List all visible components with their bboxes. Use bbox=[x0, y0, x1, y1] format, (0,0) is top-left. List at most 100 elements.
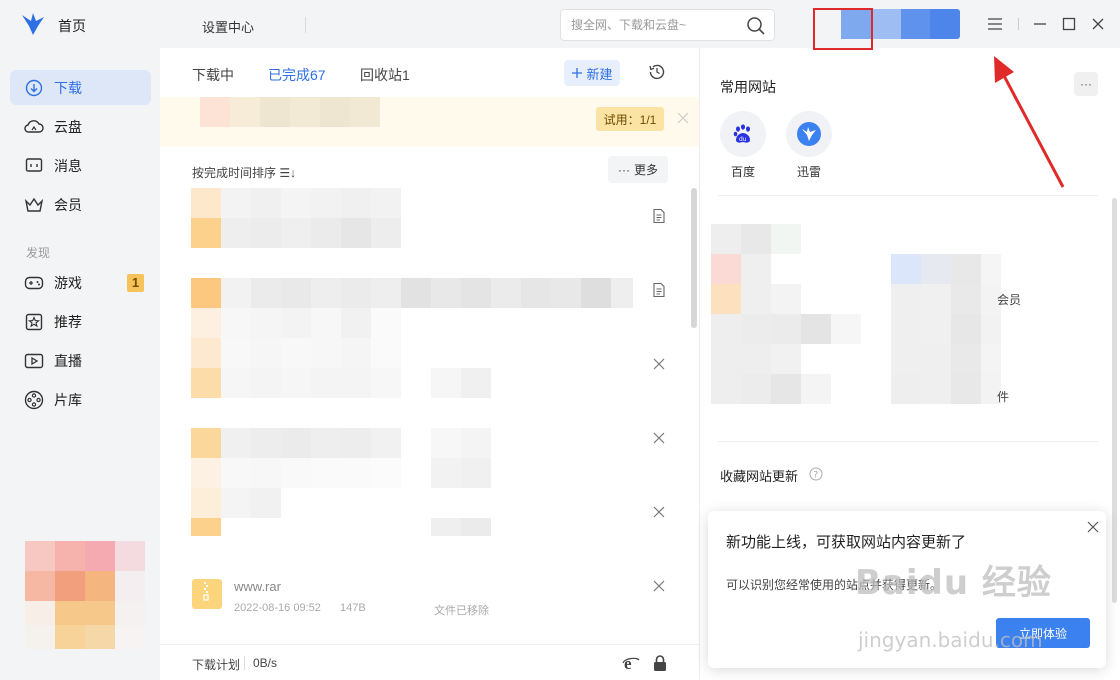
promo-banner-image[interactable] bbox=[25, 541, 145, 649]
divider bbox=[305, 17, 306, 33]
message-icon bbox=[24, 156, 44, 176]
star-icon bbox=[24, 312, 44, 332]
list-item[interactable] bbox=[191, 428, 401, 518]
sidebar-item-label: 推荐 bbox=[54, 313, 82, 330]
xunlei-icon[interactable] bbox=[786, 111, 832, 157]
sidebar-item-label: 下载 bbox=[54, 79, 82, 96]
watermark-url: jingyan.baidu.com bbox=[858, 628, 1043, 652]
main-menu-icon[interactable] bbox=[983, 12, 1007, 36]
more-options-button[interactable]: ··· bbox=[1074, 72, 1098, 96]
divider bbox=[718, 195, 1098, 196]
svg-text:e: e bbox=[624, 654, 632, 672]
annotation-arrow bbox=[994, 56, 1065, 188]
sidebar-item-cloud[interactable]: 云盘 bbox=[10, 109, 151, 144]
baidu-icon[interactable]: du bbox=[720, 111, 766, 157]
baidu-jingyan-watermark: Baidu 经验 bbox=[855, 563, 1052, 603]
list-item[interactable] bbox=[191, 308, 401, 398]
blurred-status bbox=[431, 368, 491, 398]
game-rank-badge: 1 bbox=[127, 274, 144, 292]
download-panel: 下载中 已完成67 回收站1 新建 试用：1/1 按完成时间排序 ☰↓ ··· 更… bbox=[160, 48, 700, 680]
new-task-button[interactable]: 新建 bbox=[564, 60, 620, 86]
trial-count-badge[interactable]: 试用：1/1 bbox=[596, 107, 664, 131]
delete-icon[interactable] bbox=[652, 357, 666, 371]
file-size: 147B bbox=[340, 602, 366, 614]
archive-file-icon bbox=[192, 579, 222, 609]
sort-by-completion-time[interactable]: 按完成时间排序 ☰↓ bbox=[192, 164, 296, 181]
home-link[interactable]: 首页 bbox=[58, 16, 86, 36]
delete-icon[interactable] bbox=[652, 431, 666, 445]
download-footer: 下载计划 0B/s e bbox=[160, 644, 699, 680]
tab-downloading[interactable]: 下载中 bbox=[192, 65, 234, 85]
annotation-highlight-box bbox=[813, 8, 873, 50]
scrollbar[interactable] bbox=[691, 188, 697, 328]
sidebar-item-recommend[interactable]: 推荐 bbox=[10, 304, 151, 339]
close-icon[interactable] bbox=[1086, 520, 1100, 534]
common-sites-title: 常用网站 bbox=[720, 79, 776, 95]
minimize-icon[interactable] bbox=[1028, 12, 1052, 36]
more-label: 更多 bbox=[633, 163, 658, 177]
blurred-promo-text: 件 bbox=[997, 390, 1010, 404]
blurred-promo-text: 会员 bbox=[997, 293, 1022, 307]
sidebar-item-messages[interactable]: 消息 bbox=[10, 148, 151, 183]
cloud-icon bbox=[24, 117, 44, 137]
search-input[interactable] bbox=[571, 18, 731, 32]
crown-icon bbox=[24, 195, 44, 215]
sidebar-item-label: 消息 bbox=[54, 157, 82, 174]
delete-icon[interactable] bbox=[652, 579, 666, 593]
site-label-xunlei: 迅雷 bbox=[797, 165, 822, 179]
ie-browser-icon[interactable]: e bbox=[622, 654, 640, 672]
more-button[interactable]: ··· 更多 bbox=[608, 156, 668, 183]
file-date: 2022-08-16 09:52 bbox=[234, 602, 321, 614]
divider bbox=[244, 656, 245, 670]
search-icon[interactable] bbox=[746, 16, 766, 36]
close-icon[interactable] bbox=[676, 111, 690, 125]
discover-section-label: 发现 bbox=[26, 246, 51, 260]
title-bar: 设置中心 bbox=[160, 0, 1120, 48]
sidebar-item-label: 云盘 bbox=[54, 118, 82, 135]
sidebar-item-live[interactable]: 直播 bbox=[10, 343, 151, 378]
file-name[interactable]: www.rar bbox=[234, 579, 281, 594]
list-item[interactable] bbox=[191, 188, 401, 248]
sidebar-item-vip[interactable]: 会员 bbox=[10, 187, 151, 222]
xunlei-logo-icon[interactable] bbox=[20, 11, 46, 37]
download-icon bbox=[24, 78, 44, 98]
download-plan-label[interactable]: 下载计划 bbox=[192, 656, 240, 673]
gamepad-icon bbox=[24, 273, 44, 293]
live-icon bbox=[24, 351, 44, 371]
site-label-baidu: 百度 bbox=[731, 165, 756, 179]
popup-title: 新功能上线，可获取网站内容更新了 bbox=[726, 534, 967, 551]
blurred-status bbox=[431, 518, 491, 536]
close-icon[interactable] bbox=[1086, 12, 1110, 36]
divider bbox=[718, 441, 1098, 442]
tab-recycle-bin[interactable]: 回收站1 bbox=[360, 65, 410, 85]
list-item[interactable] bbox=[191, 278, 633, 308]
new-task-label: 新建 bbox=[586, 66, 613, 82]
blurred-icon bbox=[191, 518, 221, 536]
blurred-promo-left[interactable] bbox=[711, 224, 861, 404]
settings-center-tab[interactable]: 设置中心 bbox=[202, 17, 254, 36]
favorites-update-title: 收藏网站更新 bbox=[720, 469, 799, 484]
sidebar-item-library[interactable]: 片库 bbox=[10, 382, 151, 417]
divider bbox=[1018, 18, 1019, 30]
sidebar-item-label: 会员 bbox=[54, 196, 82, 213]
history-icon[interactable] bbox=[647, 62, 667, 82]
scrollbar[interactable] bbox=[1112, 198, 1117, 603]
document-icon[interactable] bbox=[651, 208, 667, 224]
sidebar: 首页 下载 云盘 消息 会员 发现 游戏 1 推荐 直播 片库 bbox=[0, 0, 160, 680]
download-speed: 0B/s bbox=[253, 656, 278, 670]
maximize-icon[interactable] bbox=[1057, 12, 1081, 36]
blurred-promo-right[interactable] bbox=[891, 254, 1001, 404]
search-box[interactable] bbox=[560, 9, 775, 41]
blurred-status bbox=[431, 428, 491, 488]
sidebar-item-download[interactable]: 下载 bbox=[10, 70, 151, 105]
sidebar-item-label: 游戏 bbox=[54, 274, 82, 291]
delete-icon[interactable] bbox=[652, 505, 666, 519]
lock-icon[interactable] bbox=[652, 654, 668, 672]
svg-text:du: du bbox=[739, 136, 747, 143]
document-icon[interactable] bbox=[651, 282, 667, 298]
svg-text:?: ? bbox=[813, 471, 818, 481]
sidebar-item-label: 片库 bbox=[54, 391, 82, 408]
help-icon[interactable]: ? bbox=[809, 467, 823, 481]
blurred-banner-text bbox=[200, 97, 380, 127]
tab-completed[interactable]: 已完成67 bbox=[268, 65, 326, 85]
